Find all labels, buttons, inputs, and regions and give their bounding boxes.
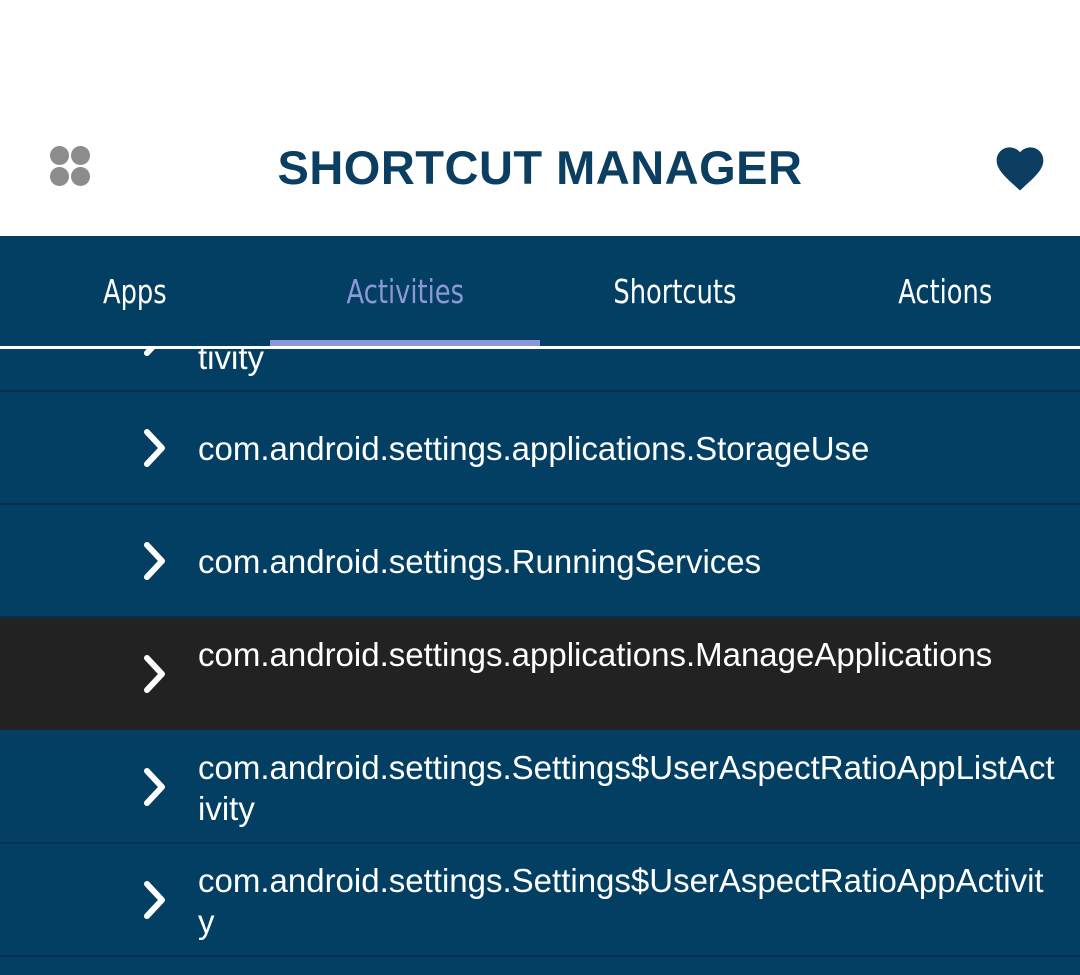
- chevron-right-icon: [144, 542, 165, 580]
- list-item[interactable]: tivity: [0, 349, 1080, 392]
- tab-label: Shortcuts: [613, 271, 737, 311]
- list-item[interactable]: com.android.settings.Settings$UserAspect…: [0, 730, 1080, 844]
- activity-list[interactable]: tivity com.android.settings.applications…: [0, 349, 1080, 975]
- tab-bar: Apps Activities Shortcuts Actions: [0, 236, 1080, 346]
- tab-shortcuts[interactable]: Shortcuts: [540, 236, 810, 346]
- list-item-selected[interactable]: com.android.settings.applications.Manage…: [0, 618, 1080, 730]
- app-header: SHORTCUT MANAGER: [0, 0, 1080, 236]
- chevron-right-icon: [144, 655, 165, 693]
- list-item-label: tivity: [198, 349, 264, 376]
- tab-apps[interactable]: Apps: [0, 236, 270, 346]
- tab-label: Actions: [897, 271, 993, 311]
- list-item[interactable]: com.android.settings.RunningServices: [0, 505, 1080, 618]
- chevron-right-icon: [144, 429, 165, 467]
- list-item-label: com.android.settings.Settings$UserAspect…: [198, 749, 1055, 827]
- list-item[interactable]: com.android.settings.applications.Storag…: [0, 392, 1080, 505]
- app-title: SHORTCUT MANAGER: [277, 141, 803, 194]
- tab-label: Apps: [103, 271, 167, 311]
- chevron-right-icon: [144, 349, 155, 356]
- chevron-right-icon: [144, 768, 165, 806]
- list-item[interactable]: com.android.settings.Settings$UserAspect…: [0, 844, 1080, 957]
- tab-actions[interactable]: Actions: [810, 236, 1080, 346]
- list-item-label: com.android.settings.applications.Manage…: [198, 636, 993, 673]
- list-item-label: com.android.settings.Settings$UserAspect…: [198, 862, 1044, 940]
- list-item[interactable]: [0, 957, 1080, 975]
- heart-icon[interactable]: [992, 140, 1048, 192]
- tab-activities[interactable]: Activities: [270, 236, 540, 346]
- chevron-right-icon: [144, 881, 165, 919]
- list-item-label: com.android.settings.applications.Storag…: [198, 430, 870, 467]
- tab-label: Activities: [346, 271, 464, 311]
- list-item-label: com.android.settings.RunningServices: [198, 543, 762, 580]
